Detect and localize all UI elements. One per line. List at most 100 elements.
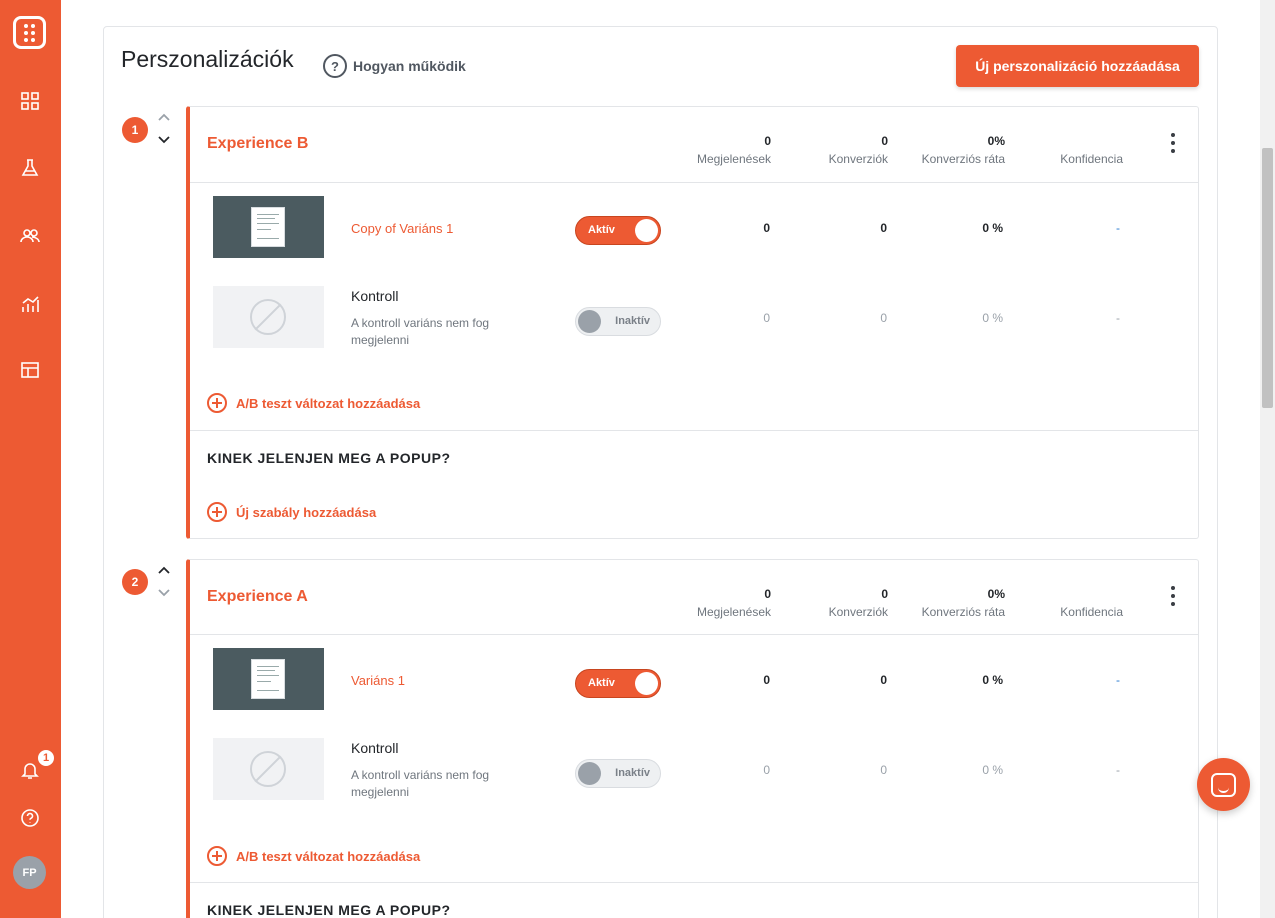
more-options-icon[interactable] xyxy=(1167,133,1179,153)
experience-title[interactable]: Experience A xyxy=(207,588,308,606)
conversion-rate-stat: 0% Konverziós ráta xyxy=(922,134,1005,166)
help-icon[interactable] xyxy=(18,806,42,830)
variant-confidence: - xyxy=(1116,221,1120,235)
conversion-rate-label: Konverziós ráta xyxy=(921,605,1005,619)
variant-name[interactable]: Copy of Variáns 1 xyxy=(351,221,453,236)
add-rule-link[interactable]: Új szabály hozzáadása xyxy=(207,502,376,522)
move-up-icon[interactable] xyxy=(157,110,171,124)
confidence-label: Konfidencia xyxy=(1060,605,1123,619)
control-impressions: 0 xyxy=(763,311,770,325)
variant-thumbnail[interactable] xyxy=(213,648,324,710)
toggle-label: Inaktív xyxy=(615,767,650,779)
more-options-icon[interactable] xyxy=(1167,586,1179,606)
move-up-icon[interactable] xyxy=(157,563,171,577)
add-rule-label: Új szabály hozzáadása xyxy=(236,504,377,520)
control-thumbnail xyxy=(213,286,324,348)
control-status-toggle[interactable]: Inaktív xyxy=(575,307,661,336)
toggle-label: Inaktív xyxy=(615,315,650,327)
flask-icon[interactable] xyxy=(18,156,42,180)
users-icon[interactable] xyxy=(18,224,42,248)
experience-card: Experience A 0 Megjelenések 0 Konverziók… xyxy=(186,559,1199,918)
confidence-label: Konfidencia xyxy=(1060,152,1123,166)
conversions-label: Konverziók xyxy=(828,605,888,619)
variant-rate: 0 % xyxy=(982,221,1003,235)
control-conversions: 0 xyxy=(880,311,887,325)
audience-heading: KINEK JELENJEN MEG A POPUP? xyxy=(207,450,451,466)
variant-conversions: 0 xyxy=(880,221,887,235)
add-ab-variant-label: A/B teszt változat hozzáadása xyxy=(236,848,421,864)
chat-icon xyxy=(1211,772,1236,797)
experience-index: 2 xyxy=(122,569,148,595)
how-it-works-link[interactable]: ? Hogyan működik xyxy=(323,54,466,78)
ban-icon xyxy=(250,299,286,335)
plus-circle-icon xyxy=(207,393,227,413)
control-description: A kontroll variáns nem fog megjelenni xyxy=(351,316,490,347)
ban-icon xyxy=(250,751,286,787)
control-thumbnail xyxy=(213,738,324,800)
variant-rate: 0 % xyxy=(982,673,1003,687)
divider xyxy=(190,882,1198,883)
sidebar: 1 FP xyxy=(0,0,61,918)
toggle-label: Aktív xyxy=(588,677,615,689)
plus-circle-icon xyxy=(207,502,227,522)
add-ab-variant-link[interactable]: A/B teszt változat hozzáadása xyxy=(207,846,420,866)
add-ab-variant-label: A/B teszt változat hozzáadása xyxy=(236,395,421,411)
control-status-toggle[interactable]: Inaktív xyxy=(575,759,661,788)
divider xyxy=(190,634,1198,635)
plus-circle-icon xyxy=(207,846,227,866)
control-impressions: 0 xyxy=(763,763,770,777)
impressions-stat: 0 Megjelenések xyxy=(697,587,771,619)
move-down-icon[interactable] xyxy=(157,586,171,600)
control-confidence: - xyxy=(1116,311,1120,325)
avatar[interactable]: FP xyxy=(13,856,46,889)
experience-card: Experience B 0 Megjelenések 0 Konverziók… xyxy=(186,106,1199,539)
impressions-label: Megjelenések xyxy=(696,605,771,619)
page-title: Perszonalizációk xyxy=(121,46,294,72)
scrollbar[interactable] xyxy=(1260,0,1275,918)
impressions-value: 0 xyxy=(764,587,771,601)
variant-impressions: 0 xyxy=(763,673,770,687)
control-name: Kontroll xyxy=(351,740,399,756)
confidence-stat: Konfidencia xyxy=(1060,587,1123,619)
variant-conversions: 0 xyxy=(880,673,887,687)
move-down-icon[interactable] xyxy=(157,133,171,147)
conversion-rate-value: 0% xyxy=(987,587,1005,601)
control-name: Kontroll xyxy=(351,288,399,304)
audience-heading: KINEK JELENJEN MEG A POPUP? xyxy=(207,902,451,918)
add-ab-variant-link[interactable]: A/B teszt változat hozzáadása xyxy=(207,393,420,413)
conversions-stat: 0 Konverziók xyxy=(829,587,888,619)
control-description: A kontroll variáns nem fog megjelenni xyxy=(351,768,490,799)
conversions-stat: 0 Konverziók xyxy=(829,134,888,166)
variant-status-toggle[interactable]: Aktív xyxy=(575,216,661,245)
control-conversions: 0 xyxy=(880,763,887,777)
how-it-works-label: Hogyan működik xyxy=(353,58,466,74)
conversion-rate-value: 0% xyxy=(987,134,1005,148)
dashboard-icon[interactable] xyxy=(18,89,42,113)
conversion-rate-label: Konverziós ráta xyxy=(921,152,1005,166)
chat-launcher-button[interactable] xyxy=(1197,758,1250,811)
notification-badge: 1 xyxy=(36,748,56,768)
conversion-rate-stat: 0% Konverziós ráta xyxy=(922,587,1005,619)
confidence-stat: Konfidencia xyxy=(1060,134,1123,166)
impressions-label: Megjelenések xyxy=(696,152,771,166)
control-confidence: - xyxy=(1116,763,1120,777)
conversions-value: 0 xyxy=(881,587,888,601)
toggle-label: Aktív xyxy=(588,224,615,236)
question-icon: ? xyxy=(323,54,347,78)
conversions-label: Konverziók xyxy=(828,152,888,166)
analytics-icon[interactable] xyxy=(18,292,42,316)
impressions-stat: 0 Megjelenések xyxy=(697,134,771,166)
control-rate: 0 % xyxy=(982,311,1003,325)
scrollbar-thumb[interactable] xyxy=(1262,148,1273,408)
variant-status-toggle[interactable]: Aktív xyxy=(575,669,661,698)
variant-confidence: - xyxy=(1116,673,1120,687)
conversions-value: 0 xyxy=(881,134,888,148)
variant-thumbnail[interactable] xyxy=(213,196,324,258)
experience-index: 1 xyxy=(122,117,148,143)
layout-icon[interactable] xyxy=(18,358,42,382)
divider xyxy=(190,430,1198,431)
add-personalization-button[interactable]: Új perszonalizáció hozzáadása xyxy=(956,45,1199,87)
experience-title[interactable]: Experience B xyxy=(207,135,308,153)
variant-name[interactable]: Variáns 1 xyxy=(351,673,405,688)
logo-icon[interactable] xyxy=(13,16,46,49)
